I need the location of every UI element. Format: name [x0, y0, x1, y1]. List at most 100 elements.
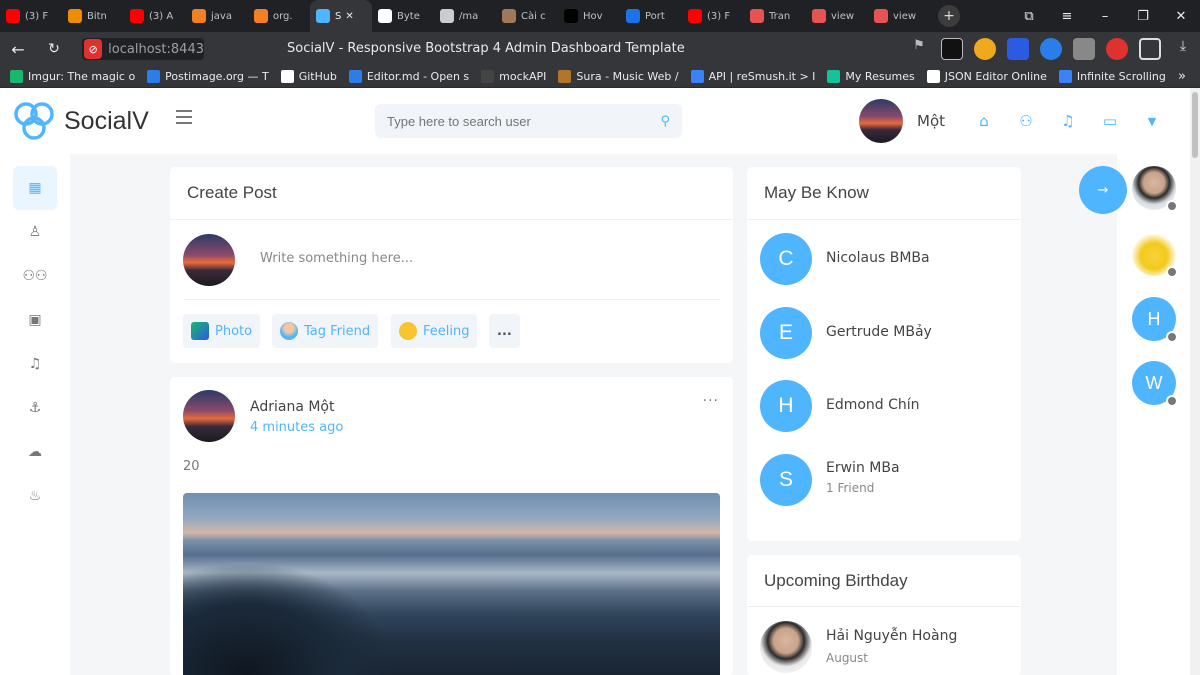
birthday-person-avatar[interactable] — [760, 621, 812, 673]
reload-button[interactable]: ↻ — [36, 41, 72, 57]
tab-title: (3) F — [707, 10, 731, 22]
notification-bell-icon[interactable]: ♫ — [1047, 112, 1089, 130]
post-more-icon[interactable]: ··· — [703, 393, 719, 409]
bookmark-item[interactable]: JSON Editor Online — [926, 70, 1047, 83]
minimize-button[interactable]: – — [1086, 9, 1124, 24]
bookmark-item[interactable]: Imgur: The magic o — [10, 70, 135, 83]
message-icon[interactable]: ▭ — [1089, 112, 1131, 130]
browser-tab[interactable]: Hov — [558, 0, 620, 32]
post-image[interactable] — [183, 493, 720, 675]
sidebar-item-photos[interactable]: ▣ — [13, 298, 57, 342]
post-author-avatar[interactable] — [183, 390, 235, 442]
chat-user[interactable]: H — [1132, 297, 1178, 343]
address-bar-row: ← ↻ ⊘ localhost:8443 SocialV - Responsiv… — [0, 32, 1200, 66]
suggested-person[interactable]: C Nicolaus BMBa — [760, 233, 1012, 287]
browser-tab[interactable]: S ✕ — [310, 0, 372, 32]
sidebar-item-anchor[interactable]: ⚓ — [13, 386, 57, 430]
bookmark-item[interactable]: Infinite Scrolling — [1058, 70, 1166, 83]
menu-toggle-icon[interactable] — [176, 110, 192, 128]
bookmarks-bar: Imgur: The magic o Postimage.org — T GitHu… — [0, 66, 1200, 88]
may-be-know-title: May Be Know — [764, 183, 869, 202]
browser-tab[interactable]: (3) F — [0, 0, 62, 32]
birthday-person-name[interactable]: Hải Nguyễn Hoàng — [826, 628, 957, 644]
brand-logo[interactable]: SocialV — [12, 99, 149, 143]
chat-user[interactable] — [1132, 166, 1178, 212]
chat-user[interactable]: W — [1132, 361, 1178, 407]
scrollbar-thumb[interactable] — [1192, 92, 1198, 158]
bookmark-item[interactable]: Editor.md - Open s — [348, 70, 469, 83]
close-window-button[interactable]: ✕ — [1162, 9, 1200, 24]
search-input[interactable] — [387, 113, 661, 129]
dashlane-extension-icon[interactable] — [1007, 38, 1029, 60]
more-options-button[interactable]: ... — [489, 314, 520, 348]
sidebar-item-friends[interactable]: ⚇⚇ — [13, 254, 57, 298]
menu-lines-icon[interactable]: ≡ — [1048, 9, 1086, 24]
not-secure-icon[interactable]: ⊘ — [84, 39, 103, 59]
bookmark-item[interactable]: My Resumes — [827, 70, 915, 83]
browser-tab[interactable]: /ma — [434, 0, 496, 32]
feeling-button[interactable]: Feeling — [391, 314, 478, 348]
sidebar-item-notifications[interactable]: ♫ — [13, 342, 57, 386]
tab-favicon-icon — [564, 9, 578, 23]
page-scrollbar[interactable] — [1190, 88, 1200, 675]
friend-request-icon[interactable]: ⚇ — [1005, 112, 1047, 130]
adblock-extension-icon[interactable] — [1106, 38, 1128, 60]
browser-tab[interactable]: view — [868, 0, 930, 32]
bookmark-item[interactable]: Sura - Music Web / — [558, 70, 679, 83]
home-icon[interactable]: ⌂ — [963, 112, 1005, 130]
browser-tab[interactable]: (3) A — [124, 0, 186, 32]
chat-sidebar-toggle[interactable]: → — [1079, 166, 1127, 214]
browser-tab[interactable]: Tran — [744, 0, 806, 32]
tab-search-icon[interactable]: ⧉ — [1010, 9, 1048, 24]
bookmark-item[interactable]: API | reSmush.it > I — [690, 70, 815, 83]
address-field[interactable]: ⊘ localhost:8443 — [82, 38, 204, 60]
browser-tab[interactable]: Bitn — [62, 0, 124, 32]
suggested-person[interactable]: E Gertrude MBảy — [760, 307, 1012, 361]
cookie-extension-icon[interactable] — [974, 38, 996, 60]
search-icon[interactable]: ⚲ — [660, 114, 670, 129]
user-avatar[interactable] — [859, 99, 903, 143]
suggested-person[interactable]: H Edmond Chín — [760, 380, 1012, 434]
photo-button[interactable]: Photo — [183, 314, 261, 348]
bookmark-star-icon[interactable]: ⚑ — [908, 38, 930, 60]
tag-friend-button[interactable]: Tag Friend — [272, 314, 379, 348]
browser-tab[interactable]: (3) F — [682, 0, 744, 32]
chevron-down-icon[interactable]: ▼ — [1131, 115, 1173, 128]
post-composer-input[interactable]: Write something here... — [260, 251, 413, 266]
suggested-person[interactable]: S Erwin MBa 1 Friend — [760, 454, 1012, 508]
sidebar-item-chat[interactable]: ☁ — [13, 430, 57, 474]
sidebar-item-profile[interactable]: ♙ — [13, 210, 57, 254]
jetbrains-extension-icon[interactable] — [941, 38, 963, 60]
tab-title: Hov — [583, 10, 603, 22]
bookmark-favicon-icon — [10, 70, 23, 83]
new-tab-button[interactable]: + — [938, 5, 960, 27]
globe-extension-icon[interactable] — [1040, 38, 1062, 60]
grid-extension-icon[interactable] — [1073, 38, 1095, 60]
sidebar-item-birthday[interactable]: ♨ — [13, 474, 57, 518]
download-icon[interactable]: ⤓ — [1172, 38, 1194, 60]
person-avatar: E — [760, 307, 812, 359]
sidebar-item-newsfeed[interactable]: ▦ — [13, 166, 57, 210]
chat-user[interactable] — [1132, 232, 1178, 278]
divider — [170, 219, 733, 220]
browser-tab[interactable]: org. — [248, 0, 310, 32]
bookmark-item[interactable]: mockAPI — [481, 70, 546, 83]
browser-tab[interactable]: java — [186, 0, 248, 32]
close-tab-icon[interactable]: ✕ — [345, 11, 353, 22]
address-url: localhost:8443 — [108, 41, 204, 57]
tab-favicon-icon — [378, 9, 392, 23]
puzzle-extensions-icon[interactable] — [1139, 38, 1161, 60]
browser-tab[interactable]: Port — [620, 0, 682, 32]
browser-tab[interactable]: Byte — [372, 0, 434, 32]
person-avatar: S — [760, 454, 812, 506]
user-name[interactable]: Một — [917, 112, 945, 130]
browser-tab[interactable]: Cài c — [496, 0, 558, 32]
browser-tab[interactable]: view — [806, 0, 868, 32]
bookmark-item[interactable]: GitHub — [280, 70, 337, 83]
bookmark-item[interactable]: Postimage.org — T — [147, 70, 269, 83]
back-button[interactable]: ← — [0, 40, 36, 59]
post-author-name[interactable]: Adriana Một — [250, 399, 334, 415]
more-bookmarks-icon[interactable]: » — [1178, 69, 1186, 84]
tab-title: (3) F — [25, 10, 49, 22]
restore-button[interactable]: ❐ — [1124, 9, 1162, 24]
